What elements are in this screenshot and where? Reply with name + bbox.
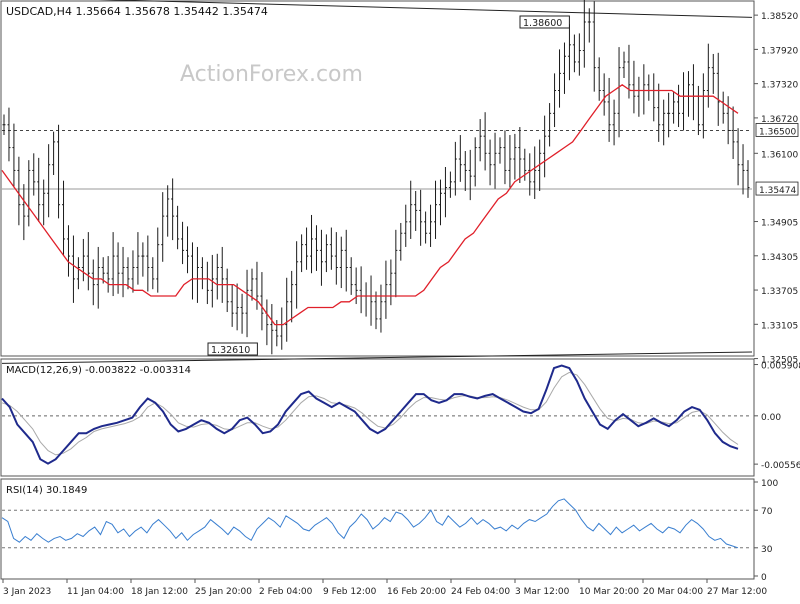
moving-average-line [1, 84, 739, 326]
price-ytick-label: 1.37320 [761, 81, 798, 91]
x-tick-label: 3 Mar 12:00 [515, 587, 570, 597]
price-ytick-label: 1.36100 [761, 150, 798, 160]
high-annotation: 1.38600 [523, 18, 562, 29]
rsi-ytick-label: 30 [761, 545, 773, 555]
usdcad-h4-chart: USDCAD,H4 1.35664 1.35678 1.35442 1.3547… [0, 0, 800, 597]
x-tick-label: 10 Mar 20:00 [579, 587, 639, 597]
macd-ytick-label: 0.00 [761, 413, 781, 423]
x-tick-label: 27 Mar 12:00 [707, 587, 767, 597]
macd-panel-frame [0, 358, 755, 477]
rsi-line [1, 498, 739, 549]
x-tick-label: 25 Jan 20:00 [195, 587, 252, 597]
price-ytick-label: 1.34305 [761, 253, 798, 263]
x-tick-label: 2 Feb 04:00 [259, 587, 313, 597]
rsi-ytick-label: 70 [761, 507, 773, 517]
x-tick-label: 24 Feb 04:00 [451, 587, 510, 597]
rsi-header: RSI(14) 30.1849 [6, 485, 87, 496]
watermark: ActionForex.com [180, 62, 363, 87]
price-ytick-label: 1.33705 [761, 287, 798, 297]
macd-header: MACD(12,26,9) -0.003822 -0.003314 [6, 365, 191, 376]
lower-trendline [1, 351, 753, 364]
macd-ytick-label: 0.005908 [761, 362, 800, 372]
price-ytick-label: 1.34905 [761, 219, 798, 229]
x-tick-label: 9 Feb 12:00 [323, 587, 377, 597]
price-header: USDCAD,H4 1.35664 1.35678 1.35442 1.3547… [6, 5, 268, 18]
macd-signal-line [1, 371, 739, 456]
x-tick-label: 18 Jan 12:00 [131, 587, 188, 597]
level-tag: 1.36500 [759, 127, 796, 137]
price-ytick-label: 1.38520 [761, 12, 798, 22]
price-panel-frame [0, 0, 755, 357]
x-tick-label: 20 Mar 04:00 [643, 587, 703, 597]
rsi-panel-frame [0, 478, 755, 580]
macd-line [1, 364, 739, 465]
x-tick-label: 11 Jan 04:00 [67, 587, 124, 597]
chart-window: USDCAD,H4 1.35664 1.35678 1.35442 1.3547… [0, 0, 800, 600]
low-annotation: 1.32610 [211, 345, 250, 356]
price-ytick-label: 1.33105 [761, 321, 798, 331]
price-ytick-label: 1.37920 [761, 46, 798, 56]
x-tick-label: 16 Feb 20:00 [387, 587, 446, 597]
x-tick-label: 3 Jan 2023 [3, 587, 51, 597]
last-price-tag: 1.35474 [759, 186, 796, 196]
macd-ytick-label: -0.005563 [761, 461, 800, 471]
rsi-ytick-label: 100 [761, 479, 778, 489]
rsi-ytick-label: 0 [761, 573, 767, 583]
